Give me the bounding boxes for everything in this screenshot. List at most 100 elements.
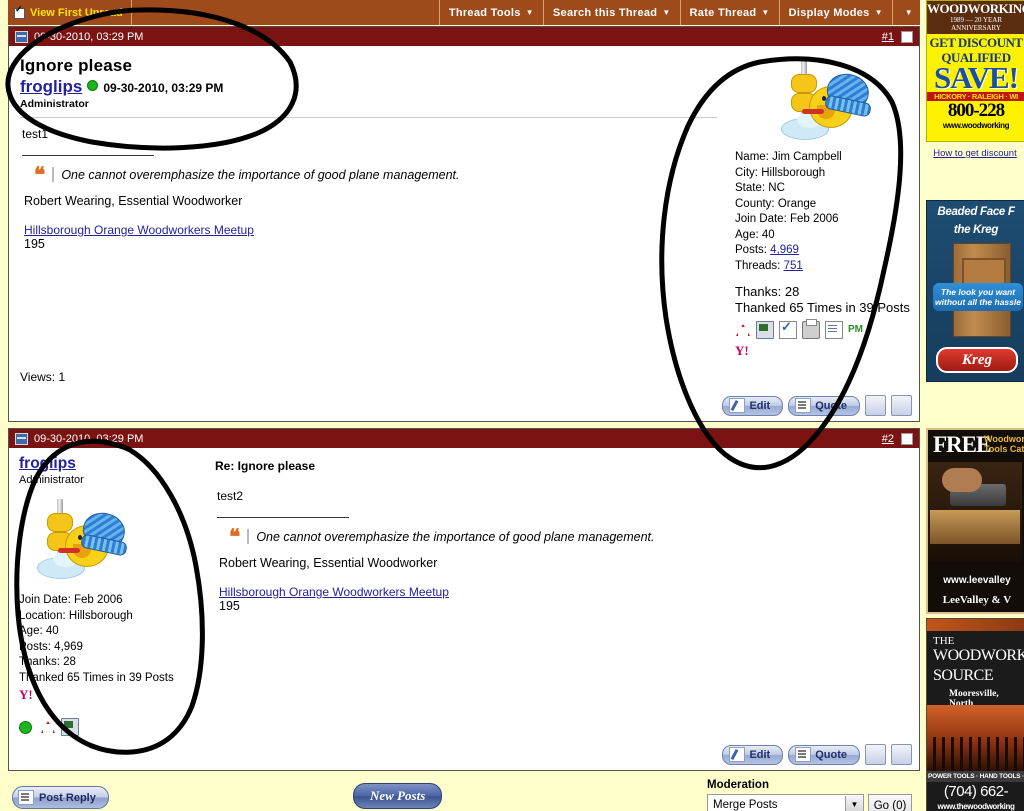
post-1-quote-text: One cannot overemphasize the importance … [61, 167, 460, 182]
post-2-date: 09-30-2010, 03:29 PM [34, 432, 144, 445]
main-column: View First Unread Thread Tools ▼ Search … [8, 0, 920, 811]
post-1-date: 09-30-2010, 03:29 PM [34, 30, 144, 43]
post-2-author-link[interactable]: froglips [19, 455, 76, 472]
printer-icon[interactable] [802, 319, 820, 339]
post-1-quickreply-button[interactable] [891, 395, 912, 416]
post-1-multiquote-button[interactable] [865, 395, 886, 416]
userinfo-location: Location: Hillsborough [19, 609, 194, 625]
post-1-author-link[interactable]: froglips [20, 77, 82, 97]
toolbar-overflow-menu[interactable]: ▼ [893, 0, 920, 25]
post-1-edit-button[interactable]: Edit [722, 395, 784, 416]
quote-bar [247, 529, 250, 544]
divider [20, 117, 717, 118]
post-2-signature-link[interactable]: Hillsborough Orange Woodworkers Meetup [219, 585, 909, 599]
ad1-url: www.woodworking [942, 121, 1010, 130]
yahoo-icon[interactable]: Y! [735, 344, 751, 360]
userinfo-value: Orange [777, 197, 817, 210]
view-first-unread-link[interactable]: View First Unread [8, 0, 132, 25]
userinfo-posts: Posts: 4,969 [19, 640, 194, 656]
post-1-usertitle: Administrator [20, 98, 89, 110]
document-icon[interactable] [825, 321, 843, 339]
post-1-header: 09-30-2010, 03:29 PM #1 [9, 27, 919, 46]
moderation-select[interactable]: Merge Posts ▼ [707, 794, 864, 811]
chevron-down-icon: ▼ [904, 8, 913, 17]
ad3-url: www.leevalley [943, 575, 1011, 586]
post-1-signature-link[interactable]: Hillsborough Orange Woodworkers Meetup [24, 223, 717, 237]
userinfo-age: Age: 40 [19, 624, 194, 640]
pm-icon[interactable]: PM [848, 322, 868, 338]
post-1-content: Ignore please froglips 09-30-2010, 03:29… [9, 46, 726, 364]
userinfo-label: Thanks: [19, 656, 60, 668]
thread-tools-menu[interactable]: Thread Tools ▼ [440, 0, 544, 25]
quote-label: Quote [815, 748, 847, 761]
home-icon[interactable] [756, 321, 774, 339]
post-1-select-checkbox[interactable] [901, 30, 913, 43]
userinfo-value: 28 [63, 656, 76, 668]
userinfo-label: County: [735, 197, 775, 210]
post-2-quote-button[interactable]: Quote [788, 744, 860, 765]
post-1-number[interactable]: #1 [882, 31, 894, 43]
yahoo-icon[interactable]: Y! [19, 688, 35, 704]
warning-icon[interactable] [735, 322, 751, 338]
userinfo-threads: Threads: 751 [735, 259, 913, 275]
ad4-url: www.thewoodworking [937, 802, 1015, 811]
post-2-subject: Re: Ignore please [215, 459, 316, 473]
post-status-icon [15, 432, 28, 445]
userinfo-value: NC [768, 182, 785, 194]
userinfo-threads-link[interactable]: 751 [784, 260, 803, 272]
checkbox-icon [14, 5, 25, 19]
userinfo-state: State: NC [735, 181, 913, 197]
ad3-plane-image [928, 462, 1022, 562]
ad-lee-valley[interactable]: FREE Woodworking Tools Catalog www.leeva… [926, 428, 1024, 614]
post-2: 09-30-2010, 03:29 PM #2 froglips Adminis… [8, 428, 920, 771]
post-2-avatar [19, 495, 139, 585]
rate-thread-menu[interactable]: Rate Thread ▼ [681, 0, 780, 25]
post-2-edit-button[interactable]: Edit [722, 744, 784, 765]
userinfo-value: Feb 2006 [73, 594, 123, 606]
post-2-quickreply-button[interactable] [891, 744, 912, 765]
post-1-actions: Edit Quote [9, 391, 919, 421]
new-posts-button[interactable]: New Posts [353, 783, 443, 809]
ad-kreg[interactable]: Beaded Face F the Kreg The look you want… [926, 200, 1024, 382]
footer-actions: Post Reply New Posts Moderation Merge Po… [8, 777, 920, 811]
post-2-messenger-icons: Y! [19, 688, 159, 704]
chevron-down-icon: ▼ [761, 8, 770, 17]
moderation-go-button[interactable]: Go (0) [868, 794, 912, 811]
home-icon[interactable] [61, 718, 79, 736]
post-status-icon [15, 30, 28, 43]
ad-woodworking-show[interactable]: WOODWORKING 1989 — 20 YEAR ANNIVERSARY G… [926, 0, 1024, 142]
post-2-multiquote-button[interactable] [865, 744, 886, 765]
chevron-down-icon[interactable]: ▼ [845, 796, 863, 811]
ad1-brand: WOODWORKING [927, 1, 1024, 16]
ad4-line1: WOODWORKING [933, 647, 1024, 664]
ad2-headline-1: Beaded Face F [937, 206, 1015, 218]
post-1-quote-button[interactable]: Quote [788, 395, 860, 416]
post-1-body: test1 [22, 127, 49, 141]
display-modes-menu[interactable]: Display Modes ▼ [780, 0, 893, 25]
warning-icon[interactable] [40, 719, 56, 735]
userinfo-label: Location: [19, 609, 66, 622]
thread-tools-label: Thread Tools [448, 6, 521, 19]
ad-woodworking-source[interactable]: THE WOODWORKING SOURCE Mooresville, Nort… [926, 618, 1024, 811]
ad2-bubble-line1: The look you want [940, 287, 1016, 297]
userinfo-county: County: Orange [735, 197, 913, 213]
userinfo-label: Join Date: [735, 213, 787, 225]
post-2-number[interactable]: #2 [882, 433, 894, 445]
search-this-thread-menu[interactable]: Search this Thread ▼ [544, 0, 681, 25]
userinfo-label: Threads: [735, 259, 781, 272]
avatar-emoticon-icon [763, 56, 873, 148]
post-2-header: 09-30-2010, 03:29 PM #2 [9, 429, 919, 448]
post-2-userinfo-panel: froglips Administrator Join Date: Feb 20… [9, 448, 200, 740]
post-2-select-checkbox[interactable] [901, 432, 913, 445]
userinfo-posts-link[interactable]: 4,969 [770, 244, 799, 256]
userinfo-label: Posts: [735, 244, 767, 256]
post-2-usertitle: Administrator [19, 474, 84, 486]
avatar-emoticon-icon [19, 495, 129, 587]
ad1-discount-link[interactable]: How to get discount [926, 148, 1024, 159]
rate-thread-label: Rate Thread [689, 6, 757, 19]
ad3-subtitle-2: Tools Catalog [984, 444, 1024, 454]
post-2-user-icons [19, 718, 159, 736]
post-reply-button[interactable]: Post Reply [12, 786, 109, 809]
check-icon[interactable] [779, 319, 797, 339]
chevron-down-icon: ▼ [662, 8, 671, 17]
